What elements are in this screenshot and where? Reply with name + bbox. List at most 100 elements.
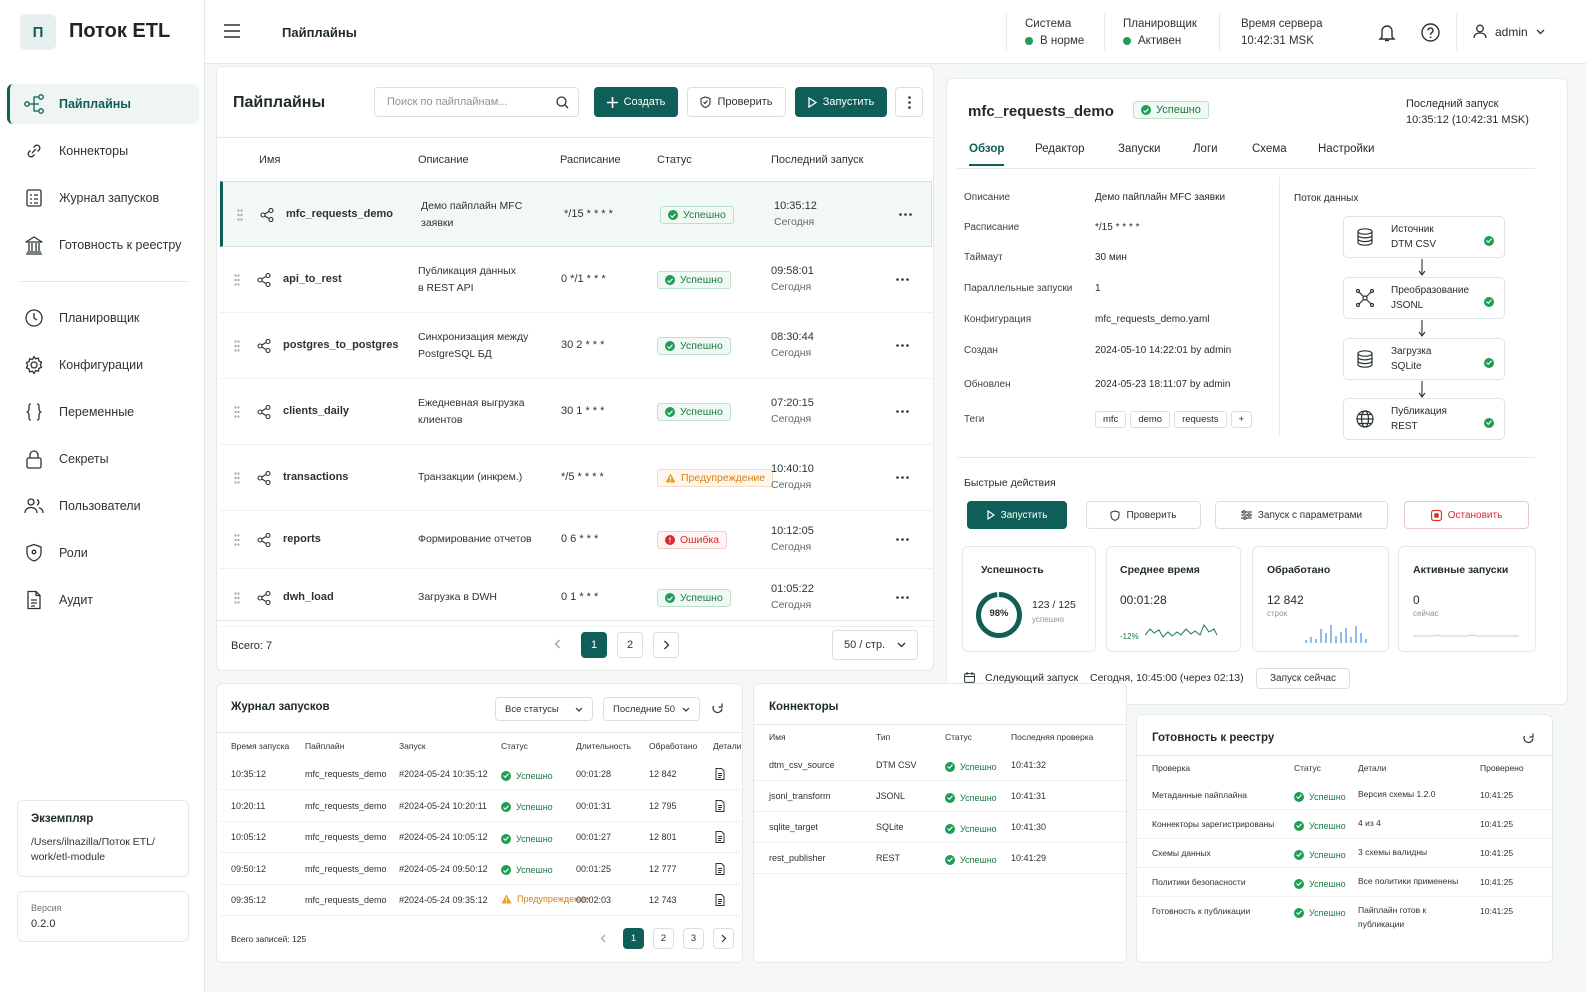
page-2[interactable]: 2 [617,632,643,658]
run-id[interactable]: #2024-05-24 09:35:12 [399,892,488,909]
table-row[interactable]: dwh_load Загрузка в DWH 0 1 * * * Успешно 01… [220,569,932,627]
tab-3[interactable]: Логи [1193,143,1218,164]
table-row[interactable]: 09:50:12 mfc_requests_demo #2024-05-24 09:… [220,854,741,885]
stop-button[interactable]: Остановить [1404,501,1529,529]
table-row[interactable]: transactions Транзакции (инкрем.) */5 * * … [220,445,932,511]
connector-name[interactable]: sqlite_target [769,819,818,836]
page-2[interactable]: 2 [653,928,674,949]
connector-name[interactable]: rest_publisher [769,850,826,867]
tag-item[interactable]: mfc [1095,411,1127,428]
more-horizontal-icon[interactable] [896,344,909,347]
table-row[interactable]: api_to_rest Публикация данных в REST API 0… [220,247,932,313]
limit-filter[interactable]: Последние 50 [603,697,700,721]
table-row[interactable]: jsonl_transform JSONL Успешно 10:41:31 [754,781,1126,812]
more-horizontal-icon[interactable] [896,278,909,281]
sidebar-item-3[interactable]: Готовность к реестру [7,225,199,265]
details-icon[interactable] [715,768,725,780]
next-page-icon[interactable] [653,632,679,658]
tab-2[interactable]: Запуски [1118,143,1160,164]
run-now-button[interactable]: Запуск сейчас [1256,668,1350,689]
user-menu[interactable]: admin [1473,24,1545,39]
drag-handle-icon[interactable] [234,592,240,604]
pipeline-name[interactable]: reports [283,531,321,548]
tag-item[interactable]: requests [1174,411,1227,428]
more-horizontal-icon[interactable] [899,213,912,216]
sidebar-item-5[interactable]: Конфигурации [7,345,199,385]
table-row[interactable]: 10:35:12 mfc_requests_demo #2024-05-24 10:… [220,759,741,790]
per-page-select[interactable]: 50 / стр. [832,630,918,660]
help-icon[interactable] [1421,23,1440,42]
status-filter[interactable]: Все статусы [495,697,593,721]
details-icon[interactable] [715,799,725,812]
menu-icon[interactable] [223,24,241,38]
pipeline-name[interactable]: postgres_to_postgres [283,337,399,354]
refresh-icon[interactable] [711,702,724,715]
table-row[interactable]: reports Формирование отчетов 0 6 * * * Ошиб… [220,511,932,569]
create-button[interactable]: Создать [594,87,678,117]
sidebar-item-2[interactable]: Журнал запусков [7,178,199,218]
drag-handle-icon[interactable] [234,472,240,484]
connector-name[interactable]: dtm_csv_source [769,757,835,774]
refresh-icon[interactable] [1522,732,1535,745]
sidebar-item-7[interactable]: Секреты [7,439,199,479]
more-horizontal-icon[interactable] [896,596,909,599]
prev-page-icon[interactable] [554,639,561,649]
next-page-icon[interactable] [713,928,734,949]
tab-4[interactable]: Схема [1252,143,1287,164]
sidebar-item-0[interactable]: Пайплайны [7,84,199,124]
flow-node[interactable]: Преобразование JSONL [1343,277,1505,319]
bell-icon[interactable] [1378,23,1396,42]
drag-handle-icon[interactable] [234,406,240,418]
table-row[interactable]: clients_daily Ежедневная выгрузка клиенто… [220,379,932,445]
quick-check-button[interactable]: Проверить [1086,501,1201,529]
check-button[interactable]: Проверить [687,87,786,117]
table-row[interactable]: postgres_to_postgres Синхронизация между … [220,313,932,379]
tab-0[interactable]: Обзор [969,143,1005,166]
quick-run-button[interactable]: Запустить [967,501,1067,529]
add-tag-button[interactable]: + [1230,411,1253,428]
more-horizontal-icon[interactable] [896,476,909,479]
drag-handle-icon[interactable] [234,274,240,286]
run-button[interactable]: Запустить [795,87,887,117]
sidebar-item-6[interactable]: Переменные [7,392,199,432]
table-row[interactable]: mfc_requests_demo Демо пайплайн MFC заявк… [220,181,932,247]
flow-node[interactable]: Публикация REST [1343,398,1505,440]
sidebar-item-4[interactable]: Планировщик [7,298,199,338]
connector-name[interactable]: jsonl_transform [769,788,831,805]
page-3[interactable]: 3 [683,928,704,949]
sidebar-item-1[interactable]: Коннекторы [7,131,199,171]
sidebar-item-10[interactable]: Аудит [7,580,199,620]
more-horizontal-icon[interactable] [896,538,909,541]
more-actions-button[interactable] [895,87,923,117]
prev-page-icon[interactable] [600,934,606,943]
run-id[interactable]: #2024-05-24 10:05:12 [399,829,488,846]
page-1[interactable]: 1 [581,632,607,658]
drag-handle-icon[interactable] [234,340,240,352]
pipeline-name[interactable]: mfc_requests_demo [286,206,393,223]
run-id[interactable]: #2024-05-24 10:35:12 [399,766,488,783]
pipeline-name[interactable]: dwh_load [283,589,334,606]
sidebar-item-9[interactable]: Роли [7,533,199,573]
table-row[interactable]: sqlite_target SQLite Успешно 10:41:30 [754,812,1126,843]
tab-1[interactable]: Редактор [1035,143,1085,164]
pipeline-name[interactable]: transactions [283,469,348,486]
flow-node[interactable]: Загрузка SQLite [1343,338,1505,380]
run-with-params-button[interactable]: Запуск с параметрами [1215,501,1388,529]
drag-handle-icon[interactable] [237,209,243,221]
table-row[interactable]: dtm_csv_source DTM CSV Успешно 10:41:32 [754,750,1126,781]
table-row[interactable]: 10:05:12 mfc_requests_demo #2024-05-24 10:… [220,822,741,853]
run-id[interactable]: #2024-05-24 09:50:12 [399,861,488,878]
page-1[interactable]: 1 [623,928,644,949]
table-row[interactable]: rest_publisher REST Успешно 10:41:29 [754,843,1126,874]
more-horizontal-icon[interactable] [896,410,909,413]
pipeline-name[interactable]: clients_daily [283,403,349,420]
details-icon[interactable] [715,831,725,843]
flow-node[interactable]: Источник DTM CSV [1343,216,1505,258]
details-icon[interactable] [715,862,725,875]
sidebar-item-8[interactable]: Пользователи [7,486,199,526]
tag-item[interactable]: demo [1130,411,1171,428]
run-id[interactable]: #2024-05-24 10:20:11 [399,798,487,815]
drag-handle-icon[interactable] [234,534,240,546]
table-row[interactable]: 10:20:11 mfc_requests_demo #2024-05-24 10:… [220,791,741,822]
search-input[interactable]: Поиск по пайплайнам... [374,87,579,117]
